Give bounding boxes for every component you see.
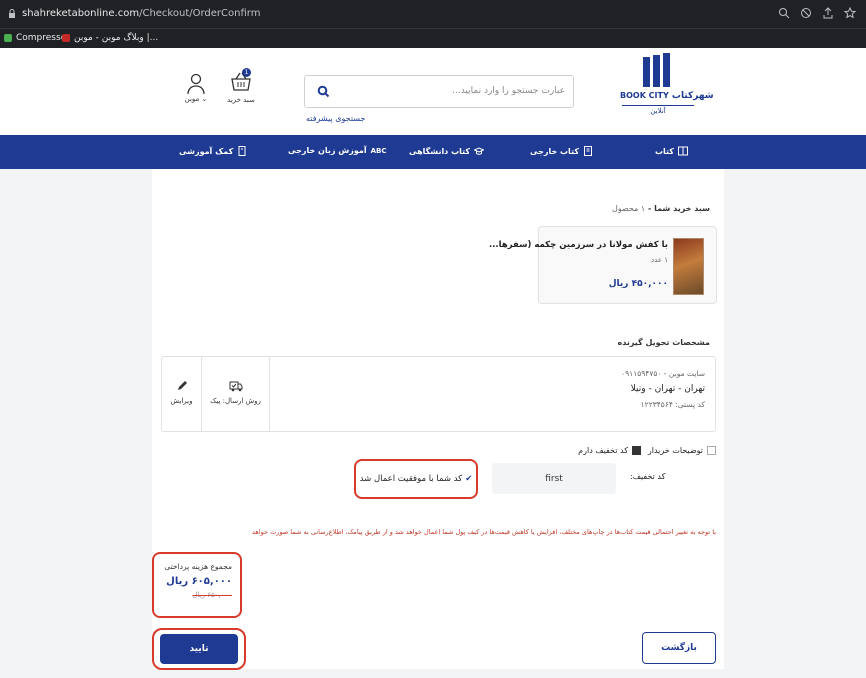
bookmark-compressor[interactable]: Compressor <box>4 33 70 43</box>
cart-count-badge: 1 <box>242 68 251 77</box>
url-path: /Checkout/OrderConfirm <box>139 8 261 19</box>
edit-label: ویرایش <box>170 397 193 405</box>
cart-count: ۱ محصول <box>612 204 646 213</box>
logo-en: BOOK CITY <box>620 91 669 100</box>
lock-icon <box>9 9 15 18</box>
product-price: ۴۵۰,۰۰۰ ریال <box>608 279 668 289</box>
logo-text: BOOK CITY شهرکتاب <box>620 91 714 101</box>
url-text[interactable]: shahreketabonline.com/Checkout/OrderConf… <box>22 8 260 19</box>
nav-item-educational[interactable]: کمک آموزشی <box>179 146 247 156</box>
foreign-book-icon <box>583 146 592 156</box>
shipping-method-label: روش ارسال: پیک <box>210 397 261 405</box>
payment-summary: مجموع هزینه پرداختی ۶۰۵,۰۰۰ ریال ۶۵۰,۰۰۰… <box>152 552 242 618</box>
delivery-truck-icon <box>229 381 242 392</box>
nav-item-foreign-books[interactable]: کتاب خارجی <box>530 146 593 156</box>
pencil-icon <box>177 381 187 390</box>
recipient-address: تهران - تهران - ونیلا <box>630 384 705 394</box>
nav-label: کمک آموزشی <box>179 146 234 156</box>
notebook-icon <box>238 146 246 156</box>
confirm-button[interactable]: تایید <box>160 634 238 664</box>
checkmark-icon: ✔ <box>465 474 473 484</box>
main-nav: کتاب کتاب خارجی کتاب دانشگاهی آموزش زبان… <box>0 135 866 169</box>
product-name[interactable]: با کفش مولانا در سرزمین چکمه (سفرها... <box>489 240 668 250</box>
bookmark-label: وبلاگ موبن - موبن |... <box>74 33 159 43</box>
delivery-info: سایت موبن - ۰۹۱۱۵۹۴۷۵۰ تهران - تهران - و… <box>621 369 705 415</box>
coupon-success-text: کد شما با موفقیت اعمال شد <box>359 474 463 484</box>
price-change-notice: با توجه به تغییر احتمالی قیمت کتاب‌ها در… <box>252 528 716 536</box>
book-icon <box>677 146 688 156</box>
coupon-input[interactable] <box>492 463 616 494</box>
cart-section-title: سبد خرید شما - ۱ محصول <box>612 204 710 213</box>
search-input[interactable]: عبارت جستجو را وارد نمایید... <box>452 86 565 96</box>
coupon-label: کد تخفیف: <box>630 472 666 481</box>
nav-item-books[interactable]: کتاب <box>655 146 688 156</box>
checkout-card: سبد خرید شما - ۱ محصول با کفش مولانا در … <box>152 169 724 670</box>
account-label: موبن ⌄ <box>184 95 208 103</box>
site-logo[interactable]: BOOK CITY شهرکتاب آنلاین <box>620 53 714 119</box>
logo-fa: شهرکتاب <box>671 91 714 101</box>
logo-mark-icon <box>643 53 670 87</box>
shipping-method[interactable]: روش ارسال: پیک <box>202 357 270 431</box>
graduation-icon <box>474 147 485 155</box>
edit-address-button[interactable]: ویرایش <box>162 357 202 431</box>
search-bar[interactable]: عبارت جستجو را وارد نمایید... <box>304 75 574 108</box>
cart-label: سبد خرید <box>227 96 255 104</box>
has-coupon-checkbox[interactable] <box>632 446 641 455</box>
block-icon[interactable] <box>800 7 812 19</box>
product-quantity: ۱ عدد <box>651 256 668 264</box>
back-button[interactable]: بازگشت <box>642 632 716 664</box>
buyer-notes-option[interactable]: توضیحات خریدار <box>648 446 716 455</box>
account-menu[interactable]: موبن ⌄ <box>184 73 208 103</box>
nav-item-language[interactable]: آموزش زبان خارجی ABC <box>288 146 387 155</box>
confirm-highlight: تایید <box>152 628 246 670</box>
star-icon[interactable] <box>844 7 856 19</box>
nav-label: کتاب <box>655 146 674 156</box>
user-icon <box>187 73 205 95</box>
delivery-box: سایت موبن - ۰۹۱۱۵۹۴۷۵۰ تهران - تهران - و… <box>161 356 716 432</box>
total-label: مجموع هزینه پرداختی <box>164 562 232 571</box>
buyer-notes-label: توضیحات خریدار <box>647 446 703 455</box>
delivery-section-title: مشخصات تحویل گیرنده <box>617 338 710 347</box>
nav-label: کتاب خارجی <box>530 146 579 156</box>
has-coupon-option[interactable]: کد تخفیف دارم <box>578 446 641 455</box>
compressor-icon <box>4 34 12 42</box>
coupon-success-message: ✔ کد شما با موفقیت اعمال شد <box>354 459 478 499</box>
blog-icon <box>62 34 70 42</box>
nav-label: آموزش زبان خارجی <box>288 146 367 155</box>
url-host: shahreketabonline.com <box>22 8 140 19</box>
cart-button[interactable]: 1 سبد خرید <box>226 68 256 104</box>
bookmarks-bar: Compressor وبلاگ موبن - موبن |... <box>0 28 866 48</box>
cart-product[interactable]: با کفش مولانا در سرزمین چکمه (سفرها... ۱… <box>489 226 717 304</box>
nav-label: کتاب دانشگاهی <box>409 146 471 156</box>
share-icon[interactable] <box>822 7 834 19</box>
bookmark-blog[interactable]: وبلاگ موبن - موبن |... <box>62 33 158 43</box>
advanced-search-link[interactable]: جستجوی پیشرفته <box>306 114 365 123</box>
recipient-postal-code: کد پستی: ۱۲۲۳۴۵۶۴ <box>640 400 705 409</box>
total-value: ۶۰۵,۰۰۰ ریال <box>166 576 232 587</box>
zoom-icon[interactable] <box>778 7 790 19</box>
product-cover-image[interactable] <box>673 238 704 295</box>
site-header: BOOK CITY شهرکتاب آنلاین عبارت جستجو را … <box>0 48 866 135</box>
browser-address-bar[interactable]: shahreketabonline.com/Checkout/OrderConf… <box>0 0 866 28</box>
abc-icon: ABC <box>370 146 387 155</box>
buyer-notes-checkbox[interactable] <box>707 446 716 455</box>
search-icon[interactable] <box>317 85 330 98</box>
old-total-value: ۶۵۰,۰۰۰ ریال <box>192 591 232 599</box>
logo-sub: آنلاین <box>622 105 694 115</box>
has-coupon-label: کد تخفیف دارم <box>578 446 628 455</box>
nav-item-university-books[interactable]: کتاب دانشگاهی <box>409 146 485 156</box>
recipient-name-phone: سایت موبن - ۰۹۱۱۵۹۴۷۵۰ <box>621 369 705 378</box>
